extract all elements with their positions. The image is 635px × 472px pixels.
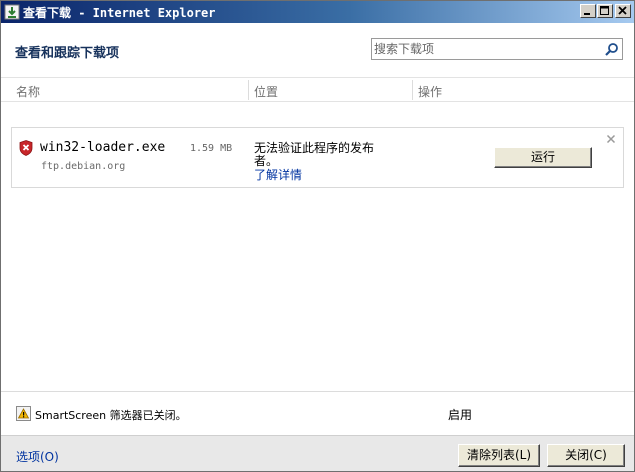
- title-bar[interactable]: 查看下载 - Internet Explorer: [1, 1, 634, 23]
- learn-more-link[interactable]: 了解详情: [254, 166, 302, 183]
- ie-download-icon: [4, 4, 20, 20]
- remove-item-icon[interactable]: [606, 134, 616, 144]
- publisher-warning: 无法验证此程序的发布者。: [254, 141, 375, 168]
- file-source: ftp.debian.org: [41, 161, 126, 172]
- close-button[interactable]: 关闭(C): [547, 444, 625, 467]
- column-name[interactable]: 名称: [16, 83, 40, 100]
- column-divider[interactable]: [248, 80, 249, 100]
- minimize-button[interactable]: [580, 4, 596, 18]
- smartscreen-warning-icon: [16, 406, 31, 421]
- smartscreen-bar: SmartScreen 筛选器已关闭。 启用: [1, 391, 634, 434]
- search-box[interactable]: [371, 38, 623, 60]
- maximize-button[interactable]: [597, 4, 613, 18]
- window-title: 查看下载 - Internet Explorer: [23, 6, 216, 20]
- enable-smartscreen-link[interactable]: 启用: [448, 406, 472, 423]
- shield-warning-icon: [19, 140, 33, 156]
- search-input[interactable]: [374, 40, 599, 58]
- column-actions[interactable]: 操作: [418, 83, 442, 100]
- file-size: 1.59 MB: [190, 143, 233, 154]
- maximize-icon: [600, 6, 609, 15]
- downloads-header: 查看和跟踪下载项: [1, 23, 634, 76]
- download-list: win32-loader.exe 1.59 MB ftp.debian.org …: [1, 103, 634, 391]
- close-icon: [618, 6, 627, 15]
- column-location[interactable]: 位置: [254, 83, 278, 100]
- column-divider[interactable]: [412, 80, 413, 100]
- file-name: win32-loader.exe: [40, 140, 166, 155]
- page-title: 查看和跟踪下载项: [15, 46, 120, 61]
- run-button[interactable]: 运行: [494, 147, 592, 168]
- options-link[interactable]: 选项(O): [16, 448, 59, 465]
- close-window-button[interactable]: [615, 4, 631, 18]
- clear-list-button[interactable]: 清除列表(L): [458, 444, 540, 467]
- minimize-icon: [584, 13, 590, 15]
- download-item[interactable]: win32-loader.exe 1.59 MB ftp.debian.org …: [11, 127, 624, 188]
- smartscreen-status: SmartScreen 筛选器已关闭。: [35, 409, 187, 422]
- search-icon[interactable]: [604, 42, 619, 57]
- footer: 选项(O) 清除列表(L) 关闭(C): [1, 435, 634, 471]
- column-header: 名称 位置 操作: [1, 77, 634, 102]
- downloads-window: 查看下载 - Internet Explorer 查看和跟踪下载项 名称 位置 …: [0, 0, 635, 472]
